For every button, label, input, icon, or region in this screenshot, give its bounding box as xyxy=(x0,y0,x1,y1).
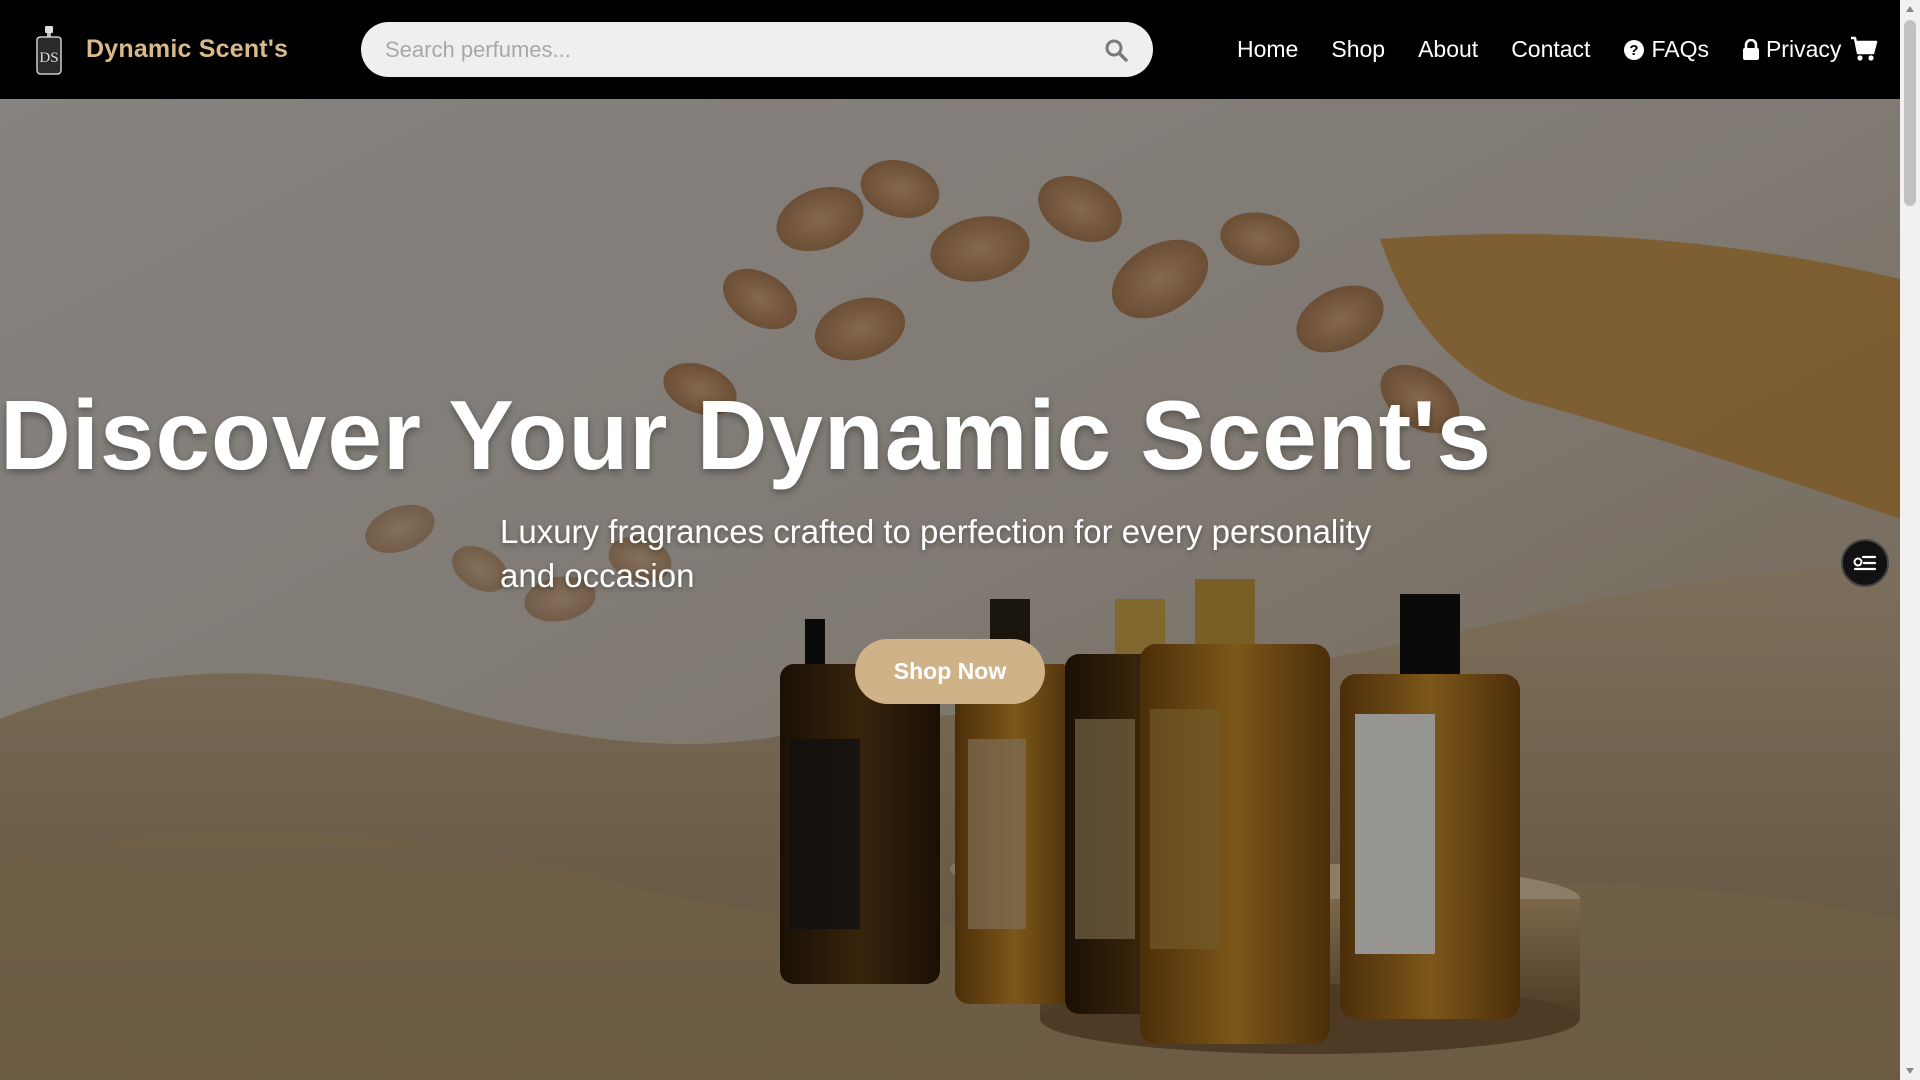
nav-contact-label: Contact xyxy=(1511,36,1591,62)
nav-about[interactable]: About xyxy=(1418,36,1478,63)
page-scrollbar[interactable] xyxy=(1900,0,1920,1080)
nav-home-label: Home xyxy=(1237,36,1299,62)
cart-icon[interactable] xyxy=(1850,36,1878,67)
svg-text:?: ? xyxy=(1630,42,1639,59)
nav-contact[interactable]: Contact xyxy=(1511,36,1590,63)
brand-link[interactable]: DS Dynamic Scent's xyxy=(30,22,360,78)
question-circle-icon: ? xyxy=(1623,39,1645,61)
hero-section: Discover Your Dynamic Scent's Luxury fra… xyxy=(0,99,1900,1080)
nav-about-label: About xyxy=(1418,36,1479,62)
hero-subtitle: Luxury fragrances crafted to perfection … xyxy=(500,513,1372,594)
perfume-bottle-logo-icon: DS xyxy=(30,22,68,78)
nav-faqs-label: FAQs xyxy=(1651,36,1709,62)
search-icon[interactable] xyxy=(1103,37,1129,63)
brand-name: Dynamic Scent's xyxy=(86,35,289,63)
accessibility-menu-button[interactable] xyxy=(1841,539,1889,587)
nav-faqs[interactable]: ? FAQs xyxy=(1623,36,1709,63)
nav-privacy[interactable]: Privacy xyxy=(1742,36,1841,63)
nav-shop[interactable]: Shop xyxy=(1331,36,1385,63)
search-input[interactable] xyxy=(385,36,1103,63)
lock-icon xyxy=(1742,38,1760,61)
nav-shop-label: Shop xyxy=(1331,36,1386,62)
nav-home[interactable]: Home xyxy=(1237,36,1298,63)
scrollbar-thumb[interactable] xyxy=(1904,20,1916,206)
search-bar xyxy=(361,22,1153,77)
scroll-down-arrow-icon[interactable] xyxy=(1900,1062,1920,1080)
hero-title: Discover Your Dynamic Scent's xyxy=(0,380,1493,490)
main-nav: Home Shop About Contact ? FAQs Privacy xyxy=(1237,0,1874,99)
nav-privacy-label: Privacy xyxy=(1765,36,1842,62)
shop-now-button[interactable]: Shop Now xyxy=(855,639,1045,704)
svg-text:DS: DS xyxy=(39,50,58,66)
scroll-up-arrow-icon[interactable] xyxy=(1900,0,1920,18)
top-navbar: DS Dynamic Scent's Home Shop About Conta… xyxy=(0,0,1900,99)
toggle-list-icon xyxy=(1853,555,1877,571)
